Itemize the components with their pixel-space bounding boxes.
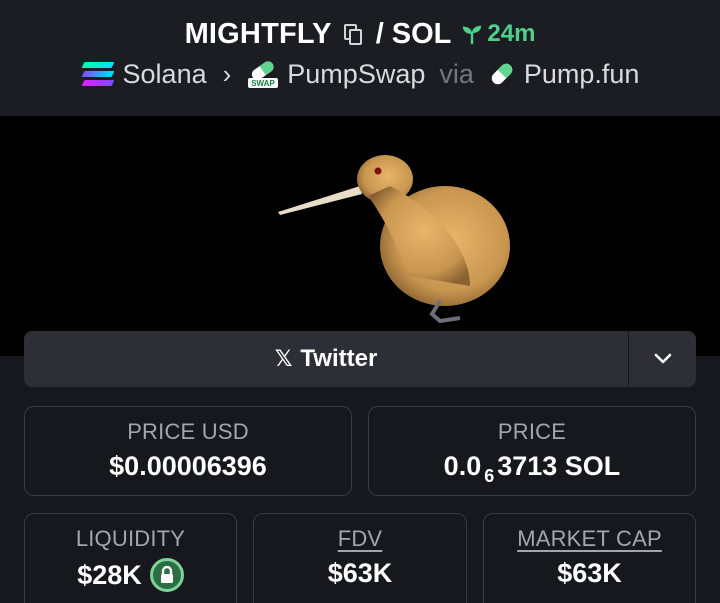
chain-row: Solana › SWAP PumpSwap via Pump.fun (0, 57, 720, 91)
pair-header: MIGHTFLY / SOL 24m Solana › SWAP PumpSwa… (0, 0, 720, 116)
price-native-suffix: 3713 SOL (497, 451, 621, 481)
social-links-bar: 𝕏 Twitter (24, 331, 696, 387)
liquidity-card: LIQUIDITY $28K (24, 513, 237, 603)
launchpad-link[interactable]: Pump.fun (524, 59, 640, 90)
liquidity-label: LIQUIDITY (75, 526, 186, 551)
fdv-card: FDV $63K (253, 513, 467, 603)
lock-icon[interactable] (149, 558, 184, 592)
token-banner-image (0, 116, 720, 356)
pumpswap-badge-text: SWAP (252, 79, 276, 88)
market-cap-label[interactable]: MARKET CAP (517, 526, 662, 552)
x-icon: 𝕏 (274, 346, 293, 371)
chain-link[interactable]: Solana (123, 59, 207, 90)
price-usd-label: PRICE USD (127, 419, 249, 444)
via-label: via (439, 58, 474, 89)
more-links-toggle[interactable] (628, 331, 696, 387)
pair-separator: / (375, 17, 384, 50)
pair-age: 24m (461, 20, 535, 48)
quote-symbol: SOL (391, 17, 452, 50)
market-cap-card: MARKET CAP $63K (483, 513, 696, 603)
chevron-right-icon: › (222, 58, 232, 89)
twitter-label: Twitter (300, 345, 378, 372)
twitter-button[interactable]: 𝕏 Twitter (24, 331, 628, 387)
chevron-down-icon (654, 353, 671, 364)
price-usd-card: PRICE USD $0.00006396 (24, 406, 352, 496)
dex-link[interactable]: PumpSwap (287, 59, 425, 90)
price-native-card: PRICE 0.0 6 3713 SOL (368, 406, 696, 496)
solana-icon (81, 61, 115, 87)
kiwi-bird-illustration (278, 155, 510, 324)
pair-age-text: 24m (487, 20, 536, 47)
price-native-zero-count: 6 (484, 466, 495, 486)
price-usd-value: $0.00006396 (109, 451, 267, 481)
pumpswap-icon: SWAP (248, 61, 279, 88)
copy-icon[interactable] (342, 22, 364, 46)
liquidity-value-row: $28K (77, 558, 184, 592)
sprout-icon (463, 25, 482, 45)
price-native-prefix: 0.0 (443, 451, 482, 481)
price-native-value: 0.0 6 3713 SOL (443, 451, 621, 486)
liquidity-value: $28K (77, 559, 142, 590)
token-symbol: MIGHTFLY (184, 17, 332, 50)
pair-title-row: MIGHTFLY / SOL 24m (0, 14, 720, 54)
price-native-label: PRICE (497, 419, 567, 444)
pumpfun-pill-icon (491, 63, 513, 85)
fdv-label[interactable]: FDV (338, 526, 383, 552)
fdv-value: $63K (327, 558, 393, 588)
market-cap-value: $63K (557, 558, 622, 588)
